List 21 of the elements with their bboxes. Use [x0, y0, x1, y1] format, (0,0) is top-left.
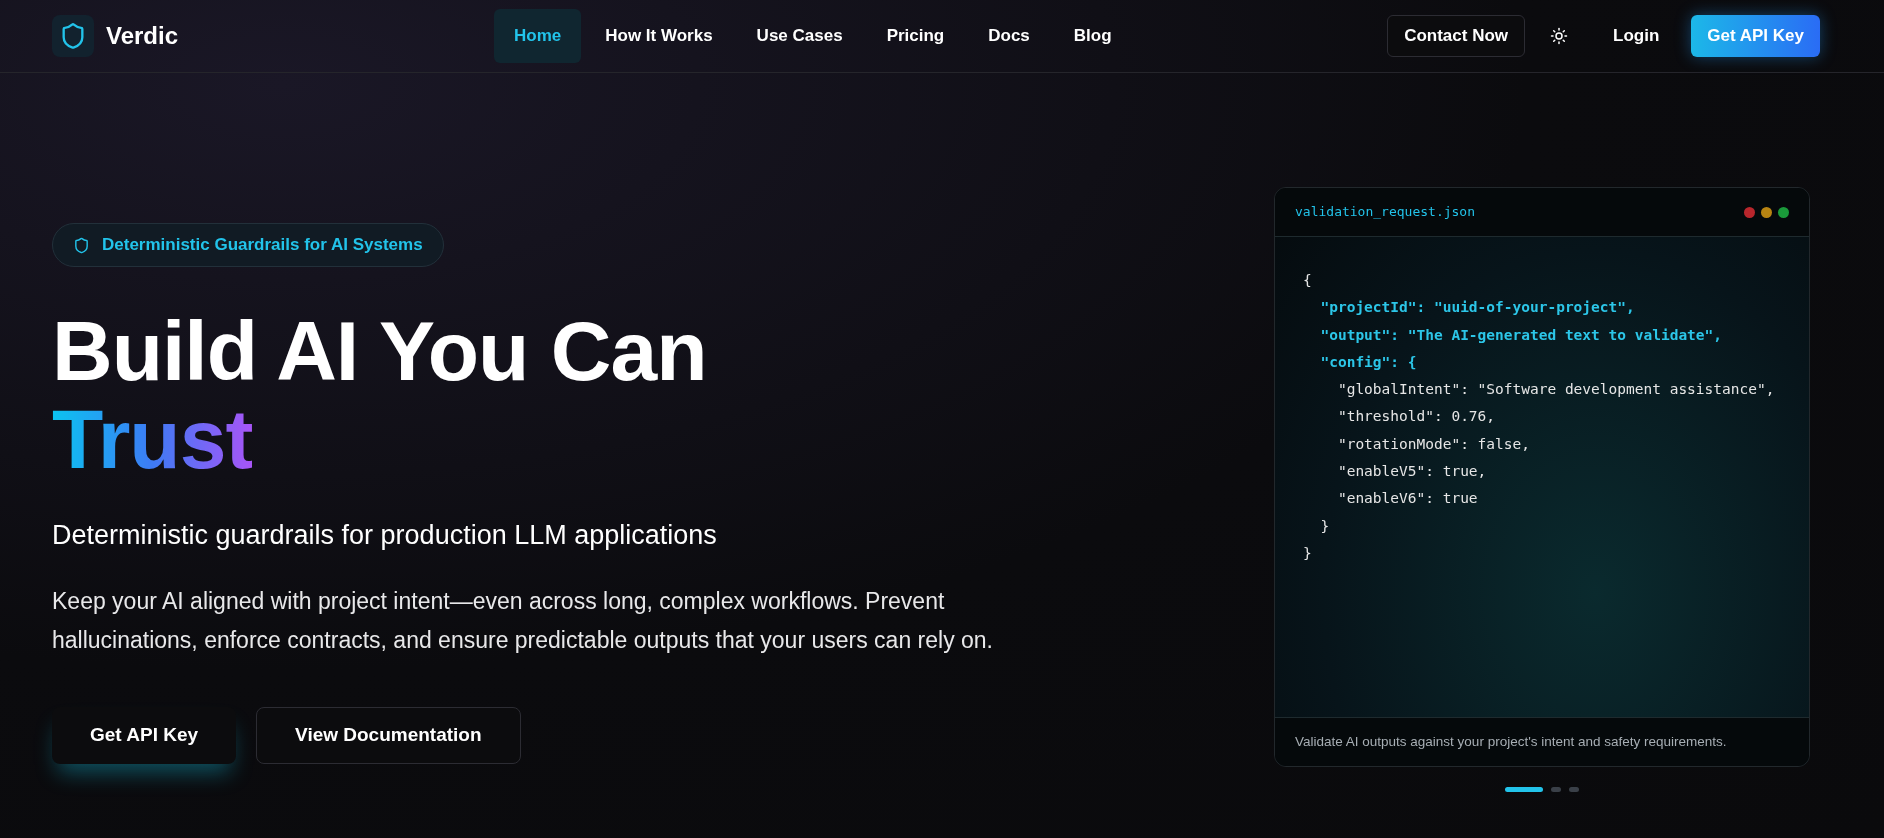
nav-link[interactable]: Home [494, 9, 582, 63]
hero-title: Build AI You Can [52, 307, 708, 395]
contact-button[interactable]: Contact Now [1387, 15, 1526, 57]
code-filename: validation_request.json [1295, 203, 1475, 222]
shield-icon [73, 236, 90, 254]
code-text: { "projectId": "uuid-of-your-project", "output": "The AI-generated text to validate", "config": { "globalIntent": "Software development assistance", "threshold": 0.76, "rotationMode": false, "enableV5": true, "enableV6": true } } [1302, 271, 1776, 563]
hero-subtitle: Deterministic guardrails for production LLM applications [52, 519, 718, 552]
brand-name: Verdic [106, 21, 179, 51]
badge-text: Deterministic Guardrails for AI Systems [102, 234, 423, 257]
hero-description: Keep your AI aligned with project intent—even across long, complex workflows. Prevent hallucinations, enforce contracts, and ensure predictable outputs that your users can rely on. [52, 586, 994, 655]
nav-link[interactable]: Use Cases [736, 9, 863, 63]
nav-link[interactable]: Blog [1053, 9, 1132, 63]
view-documentation-button[interactable]: View Documentation [256, 706, 521, 764]
code-caption: Validate AI outputs against your project's intent and safety requirements. [1295, 732, 1727, 751]
nav-link[interactable]: How It Works [585, 9, 733, 63]
sun-icon [1550, 27, 1569, 45]
logo-icon[interactable] [52, 15, 94, 57]
get-api-key-button[interactable]: Get API Key [52, 706, 237, 764]
nav-link[interactable]: Pricing [866, 9, 965, 63]
nav-link[interactable]: Docs [968, 9, 1050, 63]
login-button[interactable]: Login [1593, 15, 1680, 57]
